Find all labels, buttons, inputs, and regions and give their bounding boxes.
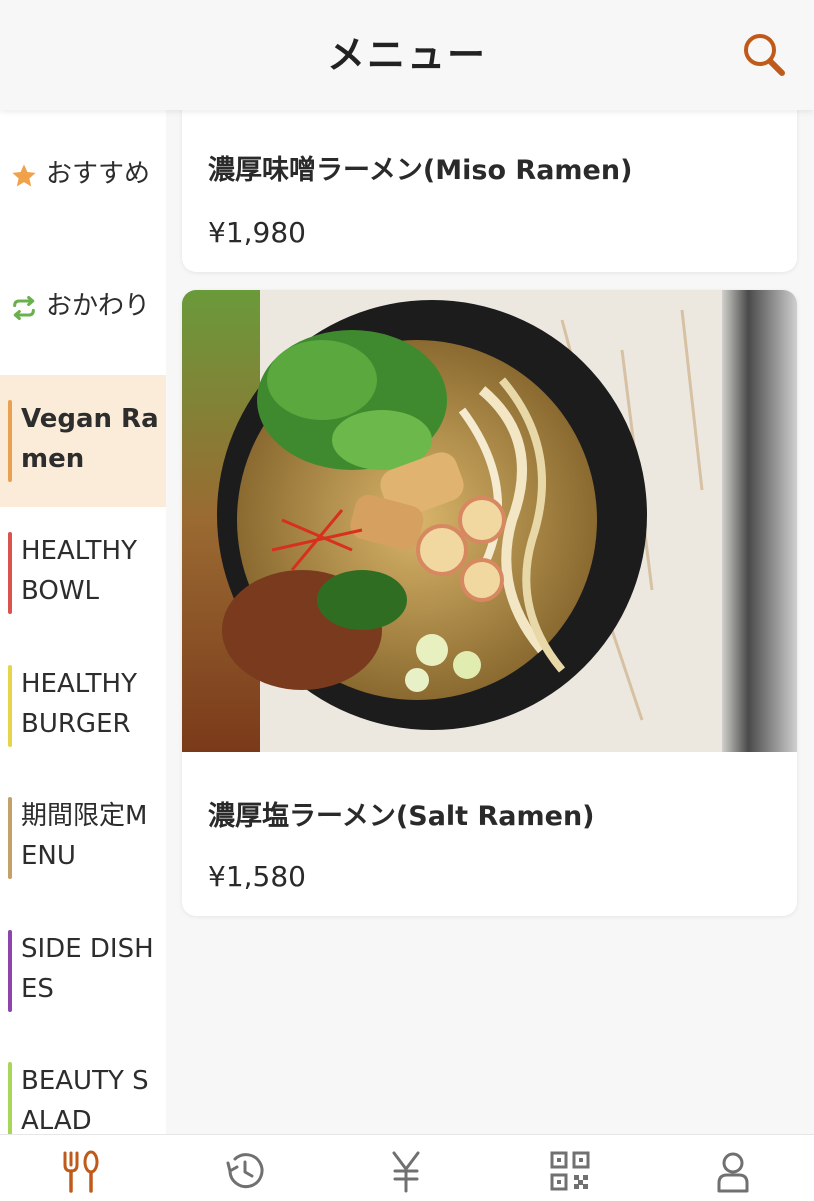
category-color-bar bbox=[8, 665, 12, 747]
app-header: メニュー bbox=[0, 0, 814, 110]
sidebar-item-limited-menu[interactable]: 期間限定MENU bbox=[0, 772, 166, 904]
bottom-tab-bar bbox=[0, 1134, 814, 1201]
sidebar-item-recommended[interactable]: おすすめ bbox=[0, 110, 166, 242]
fork-knife-icon bbox=[63, 1150, 99, 1193]
page-title: メニュー bbox=[326, 33, 487, 77]
sidebar-item-refill[interactable]: おかわり bbox=[0, 242, 166, 374]
tab-menu[interactable] bbox=[59, 1149, 103, 1193]
menu-item-title: 濃厚塩ラーメン(Salt Ramen) bbox=[208, 801, 595, 832]
menu-item-price: ¥1,980 bbox=[208, 216, 306, 249]
menu-item-card[interactable]: 濃厚塩ラーメン(Salt Ramen) ¥1,580 bbox=[182, 290, 797, 916]
history-icon bbox=[226, 1153, 264, 1189]
sidebar-item-label: 期間限定MENU bbox=[21, 801, 148, 871]
tab-payment[interactable] bbox=[384, 1149, 428, 1193]
category-color-bar bbox=[8, 930, 12, 1012]
menu-item-title: 濃厚味噌ラーメン(Miso Ramen) bbox=[208, 155, 633, 186]
sidebar-item-vegan-ramen[interactable]: Vegan Ramen bbox=[0, 375, 166, 507]
sidebar-item-healthy-bowl[interactable]: HEALTHY BOWL bbox=[0, 507, 166, 639]
category-color-bar bbox=[8, 532, 12, 614]
user-icon bbox=[717, 1152, 749, 1193]
category-sidebar: おすすめ おかわり Vegan Ramen HEALTHY BOWL HEALT… bbox=[0, 110, 166, 1134]
sidebar-item-label: おかわり bbox=[46, 291, 151, 321]
sidebar-item-label: Vegan Ramen bbox=[21, 404, 159, 474]
ramen-photo bbox=[182, 290, 797, 752]
sidebar-item-beauty-salad[interactable]: BEAUTY SALAD bbox=[0, 1037, 166, 1134]
star-icon bbox=[12, 164, 36, 187]
category-color-bar bbox=[8, 797, 12, 879]
sidebar-item-label: おすすめ bbox=[46, 159, 151, 189]
sidebar-item-healthy-burger[interactable]: HEALTHY BURGER bbox=[0, 640, 166, 772]
sidebar-item-label: BEAUTY SALAD bbox=[21, 1066, 149, 1134]
refresh-icon bbox=[13, 295, 35, 321]
tab-order-history[interactable] bbox=[222, 1149, 266, 1193]
qr-code-icon bbox=[550, 1151, 590, 1191]
category-color-bar bbox=[8, 400, 12, 482]
menu-item-card[interactable]: 濃厚味噌ラーメン(Miso Ramen) ¥1,980 bbox=[182, 110, 797, 272]
tab-account[interactable] bbox=[711, 1149, 755, 1193]
search-button[interactable] bbox=[740, 30, 788, 78]
tab-qr-code[interactable] bbox=[548, 1149, 592, 1193]
menu-item-photo bbox=[182, 290, 797, 752]
menu-content: 濃厚味噌ラーメン(Miso Ramen) ¥1,980 濃厚塩ラーメン(Salt… bbox=[166, 110, 814, 1134]
search-icon bbox=[744, 34, 785, 76]
menu-item-price: ¥1,580 bbox=[208, 860, 306, 893]
category-color-bar bbox=[8, 1062, 12, 1134]
sidebar-item-side-dishes[interactable]: SIDE DISHES bbox=[0, 905, 166, 1037]
sidebar-item-label: SIDE DISHES bbox=[21, 934, 154, 1004]
yen-icon bbox=[392, 1151, 420, 1193]
sidebar-item-label: HEALTHY BURGER bbox=[21, 669, 137, 739]
sidebar-item-label: HEALTHY BOWL bbox=[21, 536, 137, 606]
